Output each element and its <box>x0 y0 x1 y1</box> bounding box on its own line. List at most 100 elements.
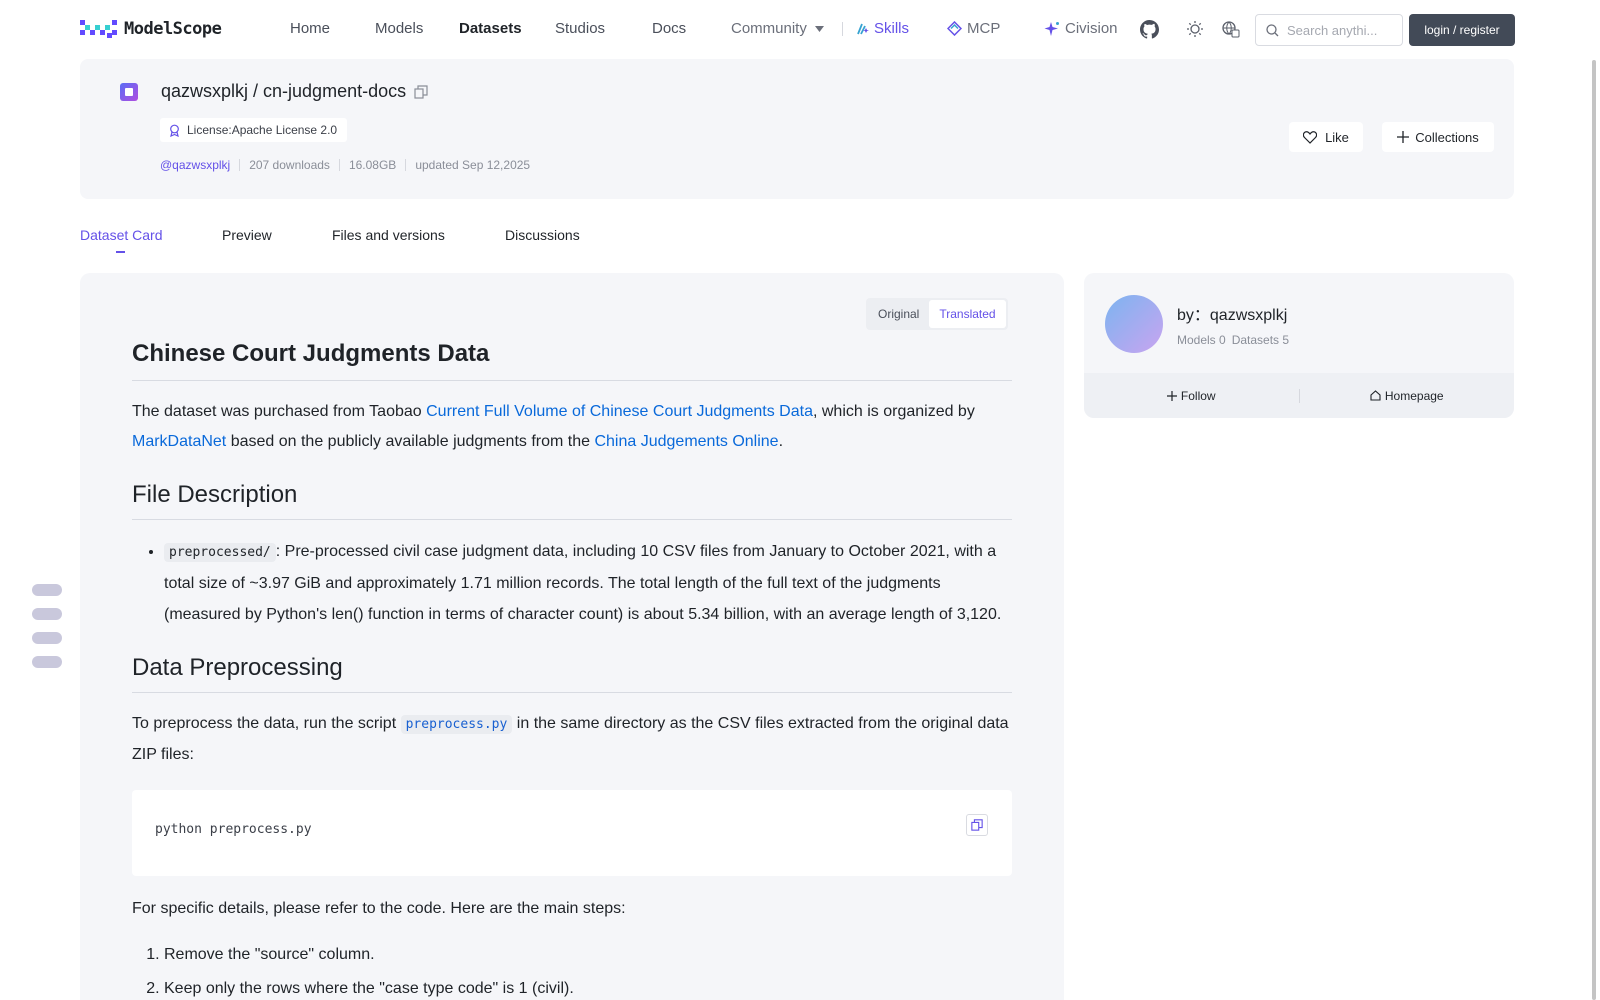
page-scrollbar[interactable] <box>1592 60 1596 1000</box>
logo-text: ModelScope <box>124 19 222 39</box>
datasets-count: Datasets 5 <box>1231 333 1290 347</box>
nav-community[interactable]: Community <box>731 20 824 37</box>
nav-studios[interactable]: Studios <box>555 20 605 37</box>
download-count: 207 downloads <box>249 158 330 172</box>
like-button[interactable]: Like <box>1289 122 1363 152</box>
toggle-original[interactable]: Original <box>868 300 929 328</box>
copy-icon[interactable] <box>414 84 428 99</box>
tab-discussions[interactable]: Discussions <box>505 227 580 243</box>
nav-skills[interactable]: Skills <box>857 20 909 37</box>
heading-file-description: File Description <box>132 481 1012 520</box>
code-block-text: python preprocess.py <box>155 822 312 837</box>
nav-home[interactable]: Home <box>290 20 330 37</box>
nav-civision-label: Civision <box>1065 20 1118 37</box>
dataset-meta: @qazwsxplkj 207 downloads 16.08GB update… <box>160 158 530 172</box>
author-actions: Follow Homepage <box>1084 373 1514 418</box>
heart-icon <box>1303 130 1318 144</box>
toggle-translated[interactable]: Translated <box>929 300 1006 328</box>
steps-list: Remove the "source" column. Keep only th… <box>132 938 1012 1000</box>
nav-skills-label: Skills <box>874 20 910 37</box>
github-icon[interactable] <box>1139 19 1159 39</box>
login-register-button[interactable]: login / register <box>1409 14 1515 46</box>
copy-code-button[interactable] <box>966 814 988 836</box>
nav-mcp[interactable]: MCP <box>947 20 1000 37</box>
intro-text: The dataset was purchased from Taobao <box>132 403 427 420</box>
dataset-size: 16.08GB <box>348 158 397 172</box>
steps-intro: For specific details, please refer to th… <box>132 900 626 917</box>
dataset-header: qazwsxplkj / cn-judgment-docs License:Ap… <box>80 59 1514 199</box>
intro-text: . <box>778 433 784 450</box>
follow-label: Follow <box>1180 388 1216 403</box>
license-icon <box>170 124 179 137</box>
modelscope-logo[interactable]: ModelScope <box>80 18 222 40</box>
plus-icon <box>1397 131 1410 143</box>
search-box[interactable] <box>1255 14 1403 46</box>
collections-button[interactable]: Collections <box>1382 122 1494 152</box>
nav-models[interactable]: Models <box>375 20 423 37</box>
dataset-card-content: Chinese Court Judgments Data The dataset… <box>132 340 1012 1000</box>
china-judgements-online-link[interactable]: China Judgements Online <box>594 433 778 450</box>
list-item: Keep only the rows where the "case type … <box>164 972 1012 1000</box>
active-tab-indicator <box>116 251 125 253</box>
meta-divider <box>338 159 340 171</box>
dataset-title-row: qazwsxplkj / cn-judgment-docs <box>161 81 428 102</box>
homepage-button[interactable]: Homepage <box>1300 389 1515 403</box>
translation-toggle: Original Translated <box>866 298 1008 330</box>
collections-label: Collections <box>1415 129 1479 145</box>
intro-text: , which is organized by <box>812 403 975 420</box>
mcp-icon <box>947 21 962 36</box>
search-icon <box>1266 23 1279 36</box>
nav-community-label: Community <box>731 20 807 37</box>
dataset-icon <box>120 83 138 101</box>
tab-preview[interactable]: Preview <box>222 227 272 243</box>
skills-icon <box>857 23 869 34</box>
models-count: Models 0 <box>1177 333 1226 347</box>
follow-button[interactable]: Follow <box>1084 389 1299 403</box>
nav-datasets[interactable]: Datasets <box>459 20 522 37</box>
taobao-link[interactable]: Current Full Volume of Chinese Court Jud… <box>426 403 813 420</box>
intro-paragraph: The dataset was purchased from Taobao Cu… <box>132 397 1012 457</box>
code-block: python preprocess.py <box>132 790 1012 876</box>
toc-marker[interactable] <box>32 632 62 644</box>
intro-text: based on the publicly available judgment… <box>226 433 595 450</box>
author-link[interactable]: @qazwsxplkj <box>160 158 230 172</box>
markdatanet-link[interactable]: MarkDataNet <box>132 433 226 450</box>
avatar[interactable] <box>1105 295 1163 353</box>
language-icon[interactable] <box>1221 19 1241 39</box>
toc-marker[interactable] <box>32 656 62 668</box>
inline-code: preprocessed/ <box>164 543 276 562</box>
top-navbar: ModelScope Home Models Datasets Studios … <box>0 0 1600 59</box>
license-badge: License:Apache License 2.0 <box>160 118 348 142</box>
meta-divider <box>405 159 407 171</box>
file-description-text: : Pre-processed civil case judgment data… <box>164 543 1002 623</box>
author-name[interactable]: by：qazwsxplkj <box>1177 301 1287 325</box>
nav-divider <box>842 22 843 36</box>
author-counts: Models 0 Datasets 5 <box>1177 333 1289 347</box>
homepage-label: Homepage <box>1384 388 1444 403</box>
toc-marker[interactable] <box>32 584 62 596</box>
toc-marker[interactable] <box>32 608 62 620</box>
theme-sun-icon[interactable] <box>1185 19 1205 39</box>
tab-files-and-versions[interactable]: Files and versions <box>332 227 445 243</box>
copy-icon <box>971 819 983 831</box>
author-card: by：qazwsxplkj Models 0 Datasets 5 Follow… <box>1084 273 1514 418</box>
home-icon <box>1370 390 1381 401</box>
list-item: Remove the "source" column. <box>164 938 1012 972</box>
modelscope-logo-icon <box>80 20 117 38</box>
nav-civision[interactable]: Civision <box>1044 20 1118 37</box>
tab-dataset-card[interactable]: Dataset Card <box>80 227 162 243</box>
nav-docs[interactable]: Docs <box>652 20 686 37</box>
sparkle-icon <box>1044 21 1059 36</box>
search-input[interactable] <box>1287 22 1397 38</box>
meta-divider <box>239 159 241 171</box>
updated-date: updated Sep 12,2025 <box>415 158 531 172</box>
file-list: preprocessed/: Pre-processed civil case … <box>132 536 1012 630</box>
caret-down-icon <box>814 25 824 32</box>
preprocess-text: To preprocess the data, run the script <box>132 715 401 732</box>
dataset-title: qazwsxplkj / cn-judgment-docs <box>161 81 407 101</box>
license-text: License:Apache License 2.0 <box>187 123 338 137</box>
nav-mcp-label: MCP <box>967 20 1001 37</box>
heading-data-preprocessing: Data Preprocessing <box>132 654 1012 693</box>
list-item: preprocessed/: Pre-processed civil case … <box>164 536 1012 630</box>
plus-icon <box>1166 390 1177 401</box>
